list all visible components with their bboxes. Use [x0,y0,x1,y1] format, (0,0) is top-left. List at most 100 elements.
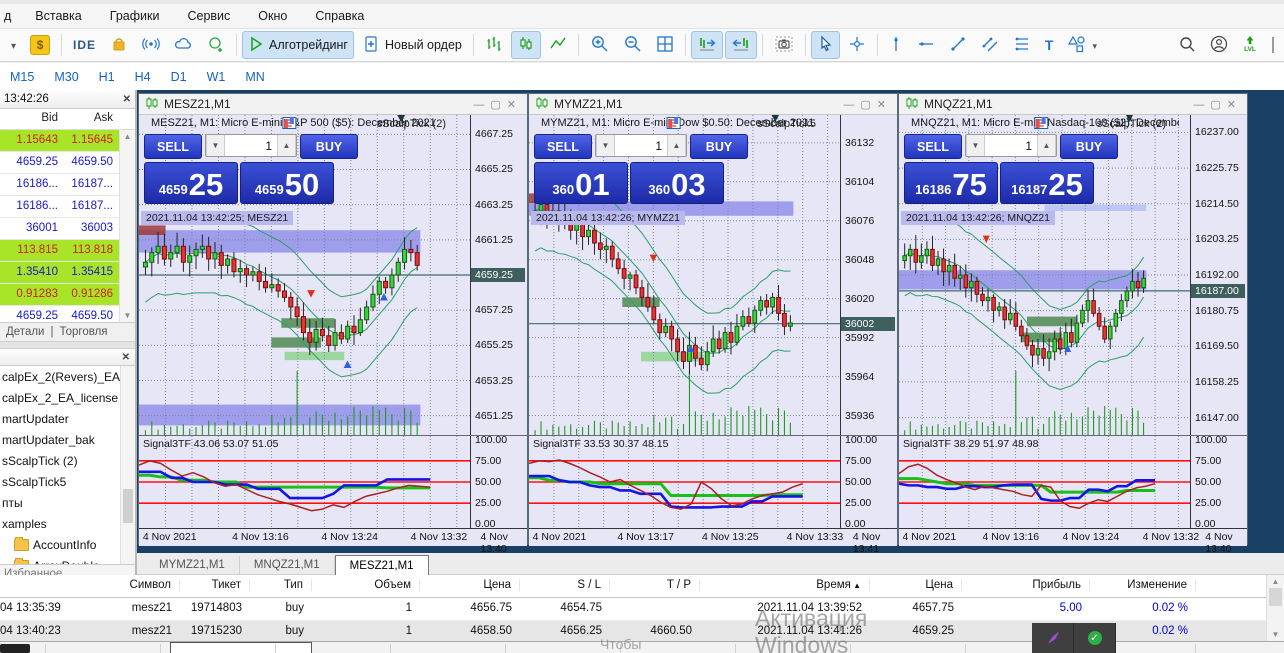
column-header-Цена[interactable]: Цена [420,579,520,591]
buy-button[interactable]: BUY [300,134,358,159]
tf-w1[interactable]: W1 [197,66,236,88]
buy-button[interactable]: BUY [690,134,748,159]
trade-table-scrollbar[interactable]: ▲ ▼ [1266,575,1284,641]
broadcast-add-button[interactable] [201,31,231,59]
trendline-button[interactable] [943,31,973,59]
chart-titlebar[interactable]: MNQZ21,M1—▢✕ [899,94,1247,115]
chart-main-pane[interactable]: ▼▲MYMZ21, M1: Micro E-mini Dow $0.50: De… [529,115,841,435]
chart-titlebar[interactable]: MESZ21,M1—▢✕ [139,94,527,115]
tf-mn[interactable]: MN [235,66,274,88]
tf-h1[interactable]: H1 [89,66,125,88]
volume-input[interactable]: 1 [985,135,1037,156]
volume-stepper[interactable]: ▼1▲ [595,134,687,157]
text-tool-button[interactable]: T [1039,31,1060,59]
menu-item-insert[interactable]: Вставка [21,6,95,26]
menu-item-help[interactable]: Справка [301,6,378,26]
chart-titlebar[interactable]: MYMZ21,M1—▢✕ [529,94,897,115]
column-bid[interactable]: Bid [0,109,62,129]
column-ask[interactable]: Ask [62,109,117,129]
minimize-icon[interactable]: — [843,99,860,111]
shift-end-right-button[interactable] [691,31,723,59]
chart-window-MYMZ21M1[interactable]: MYMZ21,M1—▢✕▼▲MYMZ21, M1: Micro E-mini D… [528,93,898,545]
hline-button[interactable] [911,31,941,59]
tile-windows-button[interactable] [650,31,680,59]
line-chart-button[interactable] [543,31,573,59]
dollar-button[interactable]: $ [24,31,56,59]
sell-price[interactable]: 36001 [534,162,628,204]
shift-end-left-button[interactable] [725,31,757,59]
toolbox-active-tab-stub[interactable] [170,642,312,653]
menu-item-service[interactable]: Сервис [173,6,244,26]
chart-tab-MNQZ21M1[interactable]: MNQZ21,M1 [240,556,335,574]
tf-d1[interactable]: D1 [161,66,197,88]
navigator-item[interactable]: AccountInfo [0,534,135,555]
time-axis[interactable]: 4 Nov 20214 Nov 13:174 Nov 13:254 Nov 13… [529,528,897,546]
chart-tab-MYMZ21M1[interactable]: MYMZ21,M1 [145,556,240,574]
zoom-out-button[interactable] [617,31,648,59]
column-header-Объем[interactable]: Объем [312,579,420,591]
navigator-item[interactable]: xamples [0,513,135,534]
panel-splitter[interactable] [0,341,135,349]
candles-chart-button[interactable] [511,31,541,59]
column-header-Прибыль[interactable]: Прибыль [962,579,1090,591]
market-watch-row[interactable]: 113.815113.818 [0,240,135,262]
volume-increase-icon[interactable]: ▲ [667,135,686,156]
column-header-Изменение[interactable]: Изменение [1090,579,1196,591]
tab-trading[interactable]: Торговля [59,326,107,338]
navigator-item[interactable]: calpEx_2_EA_license [0,387,135,408]
chart-window-MNQZ21M1[interactable]: MNQZ21,M1—▢✕▼▲MNQZ21, M1: Micro E-mini N… [898,93,1248,545]
time-axis[interactable]: 4 Nov 20214 Nov 13:164 Nov 13:244 Nov 13… [899,528,1247,546]
volume-stepper[interactable]: ▼1▲ [965,134,1057,157]
buy-price[interactable]: 465950 [240,162,334,204]
indicator-pane[interactable]: Signal3TF 33.53 30.37 48.15 [529,436,841,528]
camera-button[interactable] [768,31,800,59]
navigator-item[interactable]: ArrayDouble [0,555,135,564]
tf-m15[interactable]: M15 [0,66,44,88]
crosshair-button[interactable] [842,31,872,59]
new-order-button[interactable]: Новый ордер [356,31,468,59]
market-watch-row[interactable]: 16186...16187... [0,174,135,196]
close-icon[interactable]: ✕ [1227,99,1242,111]
vline-button[interactable] [883,31,909,59]
tab-details[interactable]: Детали [6,326,44,338]
chart-tab-MESZ21M1[interactable]: MESZ21,M1 [335,555,429,575]
navigator-item[interactable]: martUpdater_bak [0,429,135,450]
column-header-Символ[interactable]: Символ [58,579,180,591]
signal-button[interactable] [136,31,166,59]
sell-price[interactable]: 465925 [144,162,238,204]
window-controls[interactable]: —▢✕ [473,98,522,111]
sell-button[interactable]: SELL [534,134,592,159]
market-watch-row[interactable]: 16186...16187... [0,196,135,218]
volume-decrease-icon[interactable]: ▼ [966,135,985,156]
maximize-icon[interactable]: ▢ [490,99,506,111]
play-button[interactable]: Алготрейдинг [242,31,354,59]
zoom-in-button[interactable] [584,31,615,59]
close-icon[interactable]: ✕ [122,352,135,363]
tf-m30[interactable]: M30 [44,66,88,88]
tf-h4[interactable]: H4 [125,66,161,88]
time-axis[interactable]: 4 Nov 20214 Nov 13:164 Nov 13:244 Nov 13… [139,528,527,546]
market-watch-scrollbar[interactable]: ▲▼ [119,130,135,322]
account-button[interactable] [1210,35,1228,56]
column-header-Тикет[interactable]: Тикет [180,579,250,591]
bars-chart-button[interactable] [479,31,509,59]
navigator-scrollbar[interactable] [120,366,135,564]
navigator-item[interactable]: пты [0,492,135,513]
lvl-button[interactable]: LVL [1242,35,1258,56]
market-watch-row[interactable]: 0.912830.91286 [0,284,135,306]
shapes-button[interactable]: ▾ [1061,31,1103,59]
navigator-item[interactable]: martUpdater [0,408,135,429]
market-bag-button[interactable] [104,31,134,59]
market-watch-row[interactable]: 1.354101.35415 [0,262,135,284]
window-controls[interactable]: —▢✕ [843,98,892,111]
chart-main-pane[interactable]: ▼▲▲MESZ21, M1: Micro E-mini S&P 500 ($5)… [139,115,471,435]
indicator-pane[interactable]: Signal3TF 38.29 51.97 48.98 [899,436,1191,528]
chart-main-pane[interactable]: ▼▲MNQZ21, M1: Micro E-mini Nasdaq-100 ($… [899,115,1191,435]
navigator-item[interactable]: calpEx_2(Revers)_EA_li [0,366,135,387]
volume-input[interactable]: 1 [225,135,277,156]
volume-input[interactable]: 1 [615,135,667,156]
market-watch-row[interactable]: 3600136003 [0,218,135,240]
menu-item-vid[interactable]: д [0,6,21,26]
ide-button[interactable]: IDE [67,31,102,59]
volume-increase-icon[interactable]: ▲ [277,135,296,156]
